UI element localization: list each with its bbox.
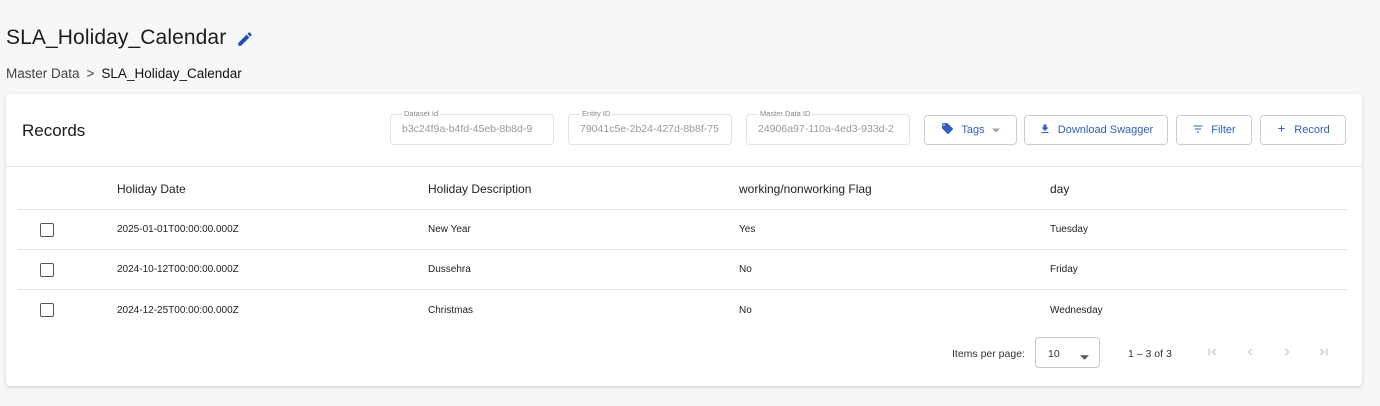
- first-page-icon: [1205, 345, 1219, 362]
- column-header-holiday-date[interactable]: Holiday Date: [117, 182, 428, 196]
- table-row[interactable]: 2025-01-01T00:00:00.000Z New Year Yes Tu…: [18, 210, 1348, 250]
- filter-icon: [1192, 123, 1204, 138]
- page-title: SLA_Holiday_Calendar: [6, 26, 227, 49]
- chevron-left-icon: [1243, 345, 1257, 362]
- day-cell: Wednesday: [1050, 304, 1103, 316]
- page-range-label: 1 – 3 of 3: [1128, 348, 1172, 360]
- last-page-icon: [1317, 345, 1331, 362]
- records-card-header: Records Dataset Id Entity ID Master Data…: [6, 94, 1362, 167]
- holiday-description-cell: Christmas: [428, 304, 474, 316]
- items-per-page-select[interactable]: 10: [1035, 337, 1100, 368]
- master-data-id-label: Master Data ID: [758, 109, 813, 118]
- items-per-page-value: 10: [1048, 348, 1060, 360]
- pencil-icon[interactable]: [236, 30, 254, 48]
- entity-id-field[interactable]: Entity ID: [568, 109, 732, 145]
- dataset-id-field[interactable]: Dataset Id: [390, 109, 554, 145]
- download-swagger-label: Download Swagger: [1057, 124, 1154, 136]
- filter-button[interactable]: Filter: [1176, 115, 1252, 145]
- tags-button-label: Tags: [961, 124, 985, 136]
- download-icon: [1039, 123, 1051, 138]
- table-row[interactable]: 2024-12-25T00:00:00.000Z Christmas No We…: [18, 290, 1348, 330]
- table-row[interactable]: 2024-10-12T00:00:00.000Z Dussehra No Fri…: [18, 250, 1348, 290]
- tags-button[interactable]: Tags: [924, 115, 1017, 145]
- paginator: Items per page: 10 1 – 3 of 3: [6, 336, 1362, 370]
- row-select-cell: [18, 303, 117, 317]
- day-cell: Friday: [1050, 264, 1078, 275]
- next-page-button[interactable]: [1277, 343, 1297, 363]
- row-checkbox[interactable]: [40, 303, 54, 317]
- dataset-id-input[interactable]: [402, 123, 548, 135]
- chevron-right-icon: [1280, 345, 1294, 362]
- table-header-row: Holiday Date Holiday Description working…: [18, 168, 1348, 210]
- records-table: Holiday Date Holiday Description working…: [18, 168, 1348, 330]
- holiday-date-cell: 2025-01-01T00:00:00.000Z: [117, 224, 239, 235]
- row-checkbox[interactable]: [40, 262, 54, 277]
- working-flag-cell: Yes: [739, 224, 756, 235]
- records-card: Records Dataset Id Entity ID Master Data…: [6, 94, 1362, 386]
- working-flag-cell: No: [739, 264, 752, 275]
- first-page-button[interactable]: [1202, 343, 1222, 363]
- entity-id-input[interactable]: [580, 123, 726, 135]
- add-record-label: Record: [1294, 124, 1330, 136]
- row-checkbox[interactable]: [40, 222, 54, 237]
- download-swagger-button[interactable]: Download Swagger: [1024, 115, 1168, 145]
- plus-icon: [1276, 123, 1287, 137]
- caret-down-icon: [991, 124, 1000, 136]
- row-select-cell: [18, 262, 117, 277]
- entity-id-label: Entity ID: [580, 109, 613, 118]
- holiday-date-cell: 2024-10-12T00:00:00.000Z: [117, 264, 239, 275]
- previous-page-button[interactable]: [1240, 343, 1260, 363]
- add-record-button[interactable]: Record: [1260, 115, 1346, 145]
- row-select-cell: [18, 222, 117, 237]
- holiday-description-cell: New Year: [428, 224, 471, 235]
- records-title: Records: [22, 121, 86, 140]
- breadcrumb-current: SLA_Holiday_Calendar: [101, 66, 242, 81]
- working-flag-cell: No: [739, 304, 752, 316]
- items-per-page-label: Items per page:: [952, 348, 1025, 360]
- master-data-id-input[interactable]: [758, 123, 904, 135]
- column-header-working-flag[interactable]: working/nonworking Flag: [739, 182, 1050, 196]
- last-page-button[interactable]: [1314, 343, 1334, 363]
- breadcrumb-separator: >: [86, 66, 95, 81]
- holiday-description-cell: Dussehra: [428, 264, 471, 275]
- breadcrumb: Master Data > SLA_Holiday_Calendar: [6, 66, 242, 81]
- dataset-id-label: Dataset Id: [402, 109, 441, 118]
- day-cell: Tuesday: [1050, 224, 1088, 235]
- column-header-holiday-description[interactable]: Holiday Description: [428, 182, 739, 196]
- master-data-id-field[interactable]: Master Data ID: [746, 109, 910, 145]
- page-title-row: SLA_Holiday_Calendar: [6, 26, 254, 50]
- caret-down-icon: [1080, 351, 1089, 363]
- holiday-date-cell: 2024-12-25T00:00:00.000Z: [117, 304, 239, 316]
- breadcrumb-master-data-link[interactable]: Master Data: [6, 66, 80, 81]
- column-header-day[interactable]: day: [1050, 182, 1348, 196]
- tag-icon: [941, 122, 954, 138]
- filter-button-label: Filter: [1211, 124, 1236, 136]
